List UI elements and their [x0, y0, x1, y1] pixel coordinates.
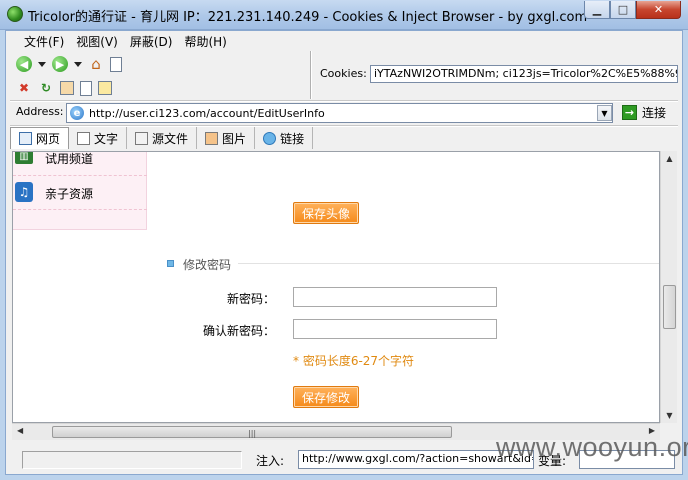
copy-page-icon[interactable]	[80, 80, 92, 96]
sidebar-item-label: 亲子资源	[45, 187, 94, 201]
globe-link-icon	[263, 131, 277, 145]
view-tabs: 网页 文字 源文件 图片 链接	[10, 127, 314, 149]
confirm-password-label: 确认新密码：	[202, 324, 275, 338]
sidebar-panel: ▥ 试用频道 ♫ 亲子资源	[13, 152, 147, 230]
cookies-label: Cookies:	[320, 67, 367, 80]
toolbar-separator	[310, 51, 312, 99]
status-panel	[22, 451, 242, 469]
scroll-left-icon[interactable]: ◀	[17, 426, 23, 435]
image-icon	[205, 131, 219, 145]
close-button[interactable]: ✕	[636, 1, 681, 19]
navigation-toolbar: ◀ ▶ ⌂	[16, 51, 312, 77]
home-icon[interactable]: ⌂	[88, 55, 104, 73]
tab-label: 图片	[222, 131, 247, 146]
sidebar-item-resources[interactable]: ♫ 亲子资源	[13, 176, 147, 210]
trial-channel-icon: ▥	[15, 152, 33, 164]
ie-page-icon: e	[70, 106, 84, 120]
tab-label: 源文件	[152, 131, 189, 146]
address-bar[interactable]: e ▼	[66, 103, 613, 123]
tab-label: 网页	[36, 132, 61, 146]
tab-webpage[interactable]: 网页	[10, 127, 70, 149]
menu-block[interactable]: 屏蔽(D)	[124, 31, 179, 49]
source-file-icon	[135, 131, 149, 145]
tab-label: 链接	[280, 131, 305, 146]
forward-arrow-icon[interactable]: ▶	[52, 56, 68, 72]
scroll-down-icon[interactable]: ▼	[661, 411, 678, 420]
forward-dropdown-icon[interactable]	[74, 61, 82, 67]
password-hint: * 密码长度6-27个字符	[293, 354, 415, 368]
menu-bar: 文件(F) 视图(V) 屏蔽(D) 帮助(H)	[6, 31, 682, 49]
new-password-input[interactable]	[293, 287, 497, 307]
address-input[interactable]	[89, 106, 589, 120]
tab-label: 文字	[94, 131, 119, 146]
section-title: 修改密码	[183, 258, 232, 272]
tab-images[interactable]: 图片	[197, 127, 256, 149]
minimize-button[interactable]: ▁	[584, 1, 610, 19]
music-note-icon: ♫	[15, 182, 33, 202]
refresh-icon[interactable]: ↻	[38, 80, 54, 96]
menu-help[interactable]: 帮助(H)	[178, 31, 232, 49]
tab-text[interactable]: 文字	[69, 127, 128, 149]
lock-icon[interactable]	[98, 81, 112, 95]
section-bullet-icon	[167, 260, 174, 267]
web-viewport: ▥ 试用频道 ♫ 亲子资源 保存头像 修改密码 新密码： 确认新密码： * 密码…	[12, 151, 660, 423]
back-arrow-icon[interactable]: ◀	[16, 56, 32, 72]
new-password-label: 新密码：	[226, 292, 275, 306]
back-dropdown-icon[interactable]	[38, 61, 46, 67]
window-body: 文件(F) 视图(V) 屏蔽(D) 帮助(H) ◀ ▶ ⌂ ✖ ↻ Cookie…	[5, 30, 683, 475]
horizontal-scroll-thumb[interactable]: |||	[52, 426, 452, 438]
action-toolbar: ✖ ↻	[16, 77, 312, 99]
confirm-password-input[interactable]	[293, 319, 497, 339]
title-bar: Tricolor的通行证 - 育儿网 IP：221.231.140.249 - …	[0, 0, 688, 30]
go-button[interactable]: 连接	[642, 104, 666, 121]
address-label: Address:	[16, 105, 64, 118]
app-globe-icon	[7, 6, 23, 22]
address-dropdown-icon[interactable]: ▼	[597, 105, 612, 121]
stop-icon[interactable]: ✖	[16, 80, 32, 96]
section-divider	[238, 263, 659, 264]
vertical-scroll-thumb[interactable]	[663, 285, 676, 329]
scroll-grip-icon: |||	[248, 429, 257, 438]
save-avatar-button[interactable]: 保存头像	[293, 202, 359, 224]
new-page-icon[interactable]	[110, 56, 122, 72]
tab-source[interactable]: 源文件	[127, 127, 198, 149]
window-title: Tricolor的通行证 - 育儿网 IP：221.231.140.249 - …	[28, 10, 588, 25]
sidebar-item-trial[interactable]: ▥ 试用频道	[13, 152, 147, 176]
vertical-scrollbar[interactable]: ▲ ▼	[660, 151, 677, 423]
webpage-icon	[19, 132, 32, 145]
cookies-input[interactable]: iYTAzNWI2OTRIMDNm; ci123js=Tricolor%2C%E…	[370, 65, 678, 83]
save-changes-button[interactable]: 保存修改	[293, 386, 359, 408]
menu-file[interactable]: 文件(F)	[18, 31, 70, 49]
cookie-icon[interactable]	[60, 81, 74, 95]
watermark: www.wooyun.org	[496, 432, 688, 462]
menu-view[interactable]: 视图(V)	[70, 31, 124, 49]
inject-label: 注入:	[256, 454, 285, 468]
maximize-button[interactable]: □	[610, 1, 636, 19]
tab-links[interactable]: 链接	[255, 127, 314, 149]
sidebar-item-label: 试用频道	[45, 152, 94, 166]
scroll-up-icon[interactable]: ▲	[661, 154, 678, 163]
go-arrow-icon[interactable]: →	[622, 105, 637, 120]
text-doc-icon	[77, 131, 91, 145]
address-separator	[10, 100, 678, 102]
